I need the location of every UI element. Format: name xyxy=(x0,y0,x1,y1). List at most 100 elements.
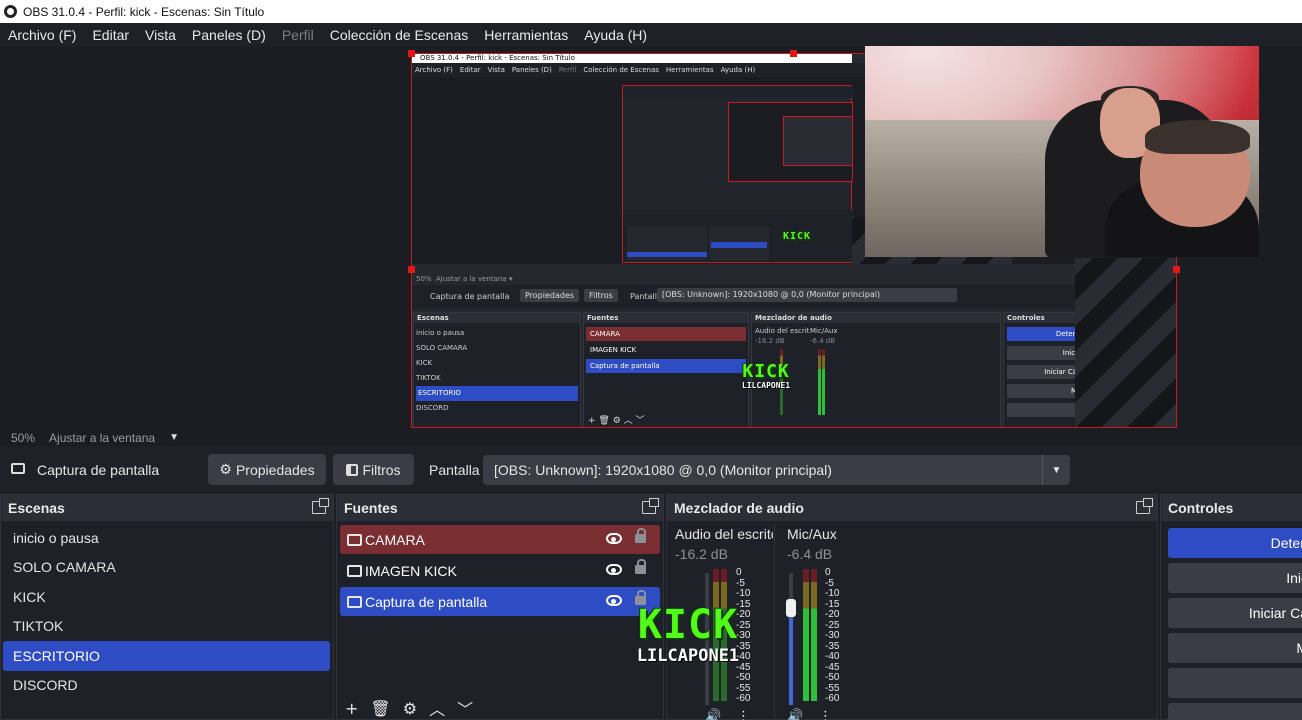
transform-handle[interactable] xyxy=(408,266,415,273)
display-label: Pantalla xyxy=(429,462,480,478)
nested-kick-overlay: KICK LILCAPONE1 xyxy=(742,361,791,391)
controls-dock: Controles Deten Inic Iniciar Cá M xyxy=(1160,494,1302,720)
gear-icon[interactable]: ⚙ xyxy=(403,699,417,718)
nested-kick-logo: KICK xyxy=(783,231,812,242)
menu-editar[interactable]: Editar xyxy=(84,27,137,43)
transform-handle[interactable] xyxy=(1173,266,1180,273)
menu-coleccion-escenas[interactable]: Colección de Escenas xyxy=(322,27,477,43)
nested-scenes-dock: Escenas inicio o pausa SOLO CAMARA KICK TIK… xyxy=(413,312,581,427)
nested-menu-editar: Editar xyxy=(459,66,481,74)
zoom-level: 50% xyxy=(11,430,36,445)
menu-paneles[interactable]: Paneles (D) xyxy=(184,27,274,43)
nested-title-bar: OBS 31.0.4 - Perfil: kick - Escenas: Sin… xyxy=(412,54,852,63)
source-item-captura[interactable]: Captura de pantalla xyxy=(340,587,660,616)
menu-bar: Archivo (F) Editar Vista Paneles (D) Per… xyxy=(0,23,1302,46)
nested-menu-herramientas: Herramientas xyxy=(665,66,714,74)
speaker-icon[interactable]: 🔊 xyxy=(787,709,803,720)
stripe-overlay-right xyxy=(1075,258,1176,427)
chevron-down-icon[interactable]: ﹀ xyxy=(457,696,473,720)
chevron-down-icon[interactable]: ▼ xyxy=(169,432,179,443)
add-icon[interactable]: + xyxy=(345,699,358,718)
scene-item[interactable]: DISCORD xyxy=(3,671,330,701)
start-recording-button[interactable]: Inic xyxy=(1168,563,1302,593)
nested-zoom: 50% Ajustar a la ventana ▾ xyxy=(416,275,513,283)
scene-item[interactable]: KICK xyxy=(3,582,330,612)
lock-icon[interactable] xyxy=(635,528,646,543)
channel-name: Mic/Aux xyxy=(787,526,837,542)
filters-button[interactable]: Filtros xyxy=(333,454,414,485)
nested-sources-dock: Fuentes CAMARA IMAGEN KICK Captura de pa… xyxy=(583,312,749,427)
preview-area[interactable]: OBS 31.0.4 - Perfil: kick - Escenas: Sin… xyxy=(0,46,1302,429)
channel-name: Audio del escrito xyxy=(675,526,773,542)
undock-icon[interactable] xyxy=(1136,498,1153,514)
source-toolbar: Captura de pantalla ⚙ Propiedades Filtro… xyxy=(0,446,1302,494)
monitor-icon xyxy=(347,595,362,608)
nested-window-title: OBS 31.0.4 - Perfil: kick - Escenas: Sin… xyxy=(420,54,575,62)
menu-herramientas[interactable]: Herramientas xyxy=(476,27,576,43)
sources-dock-header: Fuentes xyxy=(337,495,663,521)
studio-mode-button[interactable]: M xyxy=(1168,633,1302,663)
speaker-icon[interactable]: 🔊 xyxy=(705,709,721,720)
more-options-icon[interactable]: ⋮ xyxy=(737,709,750,720)
start-virtual-camera-button[interactable]: Iniciar Cá xyxy=(1168,598,1302,628)
chevron-up-icon[interactable]: ︿ xyxy=(429,696,445,720)
properties-button[interactable]: ⚙ Propiedades xyxy=(208,454,326,485)
image-icon xyxy=(347,564,362,577)
scene-item[interactable]: SOLO CAMARA xyxy=(3,553,330,583)
eye-icon[interactable] xyxy=(606,564,622,575)
kick-logo-overlay: KICK LILCAPONE1 xyxy=(622,604,754,666)
nested-source-toolbar: Captura de pantalla Propiedades Filtros … xyxy=(412,285,1176,309)
sources-toolbar: + 🗑 ⚙ ︿ ﹀ xyxy=(337,696,663,720)
nested-menu-perfil: Perfil xyxy=(558,66,577,74)
db-scale: 0 -5 -10 -15 -20 -25 -30 -35 -40 -45 -50 -55 -60 xyxy=(825,567,840,704)
transform-handle[interactable] xyxy=(790,50,797,57)
eye-icon[interactable] xyxy=(606,533,622,544)
scene-item-active[interactable]: ESCRITORIO xyxy=(3,641,330,671)
undock-icon[interactable] xyxy=(642,498,659,514)
sources-dock: Fuentes CAMARA IMAGEN KICK Captura de pa… xyxy=(336,494,664,720)
webcam-feed xyxy=(865,46,1259,257)
eye-icon[interactable] xyxy=(606,595,622,606)
title-bar: OBS 31.0.4 - Perfil: kick - Escenas: Sin… xyxy=(0,0,1302,23)
nested-mixer-dock: Mezclador de audio Audio del escrit -16.… xyxy=(742,312,1001,427)
settings-button[interactable] xyxy=(1168,668,1302,698)
mixer-dock-header: Mezclador de audio xyxy=(667,495,1157,521)
channel-db: -6.4 dB xyxy=(787,546,833,562)
lock-icon[interactable] xyxy=(635,559,646,574)
volume-fader-fill xyxy=(789,609,793,705)
nested-menu-paneles: Paneles (D) xyxy=(511,66,552,74)
source-item-camara[interactable]: CAMARA xyxy=(340,525,660,554)
menu-ayuda[interactable]: Ayuda (H) xyxy=(576,27,655,43)
exit-button[interactable] xyxy=(1168,703,1302,720)
channel-db: -16.2 dB xyxy=(675,546,728,562)
trash-icon[interactable]: 🗑 xyxy=(370,699,390,718)
nested-menu-vista: Vista xyxy=(487,66,505,74)
more-options-icon[interactable]: ⋮ xyxy=(819,709,832,720)
nested-menu-coleccion: Colección de Escenas xyxy=(583,66,659,74)
source-item-imagen-kick[interactable]: IMAGEN KICK xyxy=(340,556,660,585)
zoom-bar: 50% Ajustar a la ventana ▼ xyxy=(0,429,1302,446)
display-select[interactable]: [OBS: Unknown]: 1920x1080 @ 0,0 (Monitor… xyxy=(483,455,1070,485)
controls-dock-header: Controles xyxy=(1161,495,1302,521)
scene-item[interactable]: TIKTOK xyxy=(3,612,330,642)
window-title: OBS 31.0.4 - Perfil: kick - Escenas: Sin… xyxy=(23,4,265,19)
transform-handle[interactable] xyxy=(408,50,415,57)
volume-fader-knob[interactable] xyxy=(786,599,796,617)
zoom-fit-select[interactable]: Ajustar a la ventana xyxy=(49,431,155,445)
chevron-down-icon[interactable]: ▼ xyxy=(1042,455,1070,485)
menu-vista[interactable]: Vista xyxy=(137,27,184,43)
source-label: IMAGEN KICK xyxy=(365,562,457,579)
scene-item[interactable]: inicio o pausa xyxy=(3,523,330,553)
sources-title: Fuentes xyxy=(344,500,398,516)
scenes-dock: Escenas inicio o pausa SOLO CAMARA KICK … xyxy=(0,494,334,720)
streamer-name: LILCAPONE1 xyxy=(636,646,740,666)
undock-icon[interactable] xyxy=(312,498,329,514)
gear-icon: ⚙ xyxy=(219,461,232,477)
monitor-icon xyxy=(11,463,25,474)
filter-icon xyxy=(346,463,359,476)
menu-archivo[interactable]: Archivo (F) xyxy=(0,27,84,43)
menu-perfil[interactable]: Perfil xyxy=(274,27,322,43)
obs-window: OBS 31.0.4 - Perfil: kick - Escenas: Sin… xyxy=(0,0,1302,720)
source-label: Captura de pantalla xyxy=(365,593,488,610)
stop-streaming-button[interactable]: Deten xyxy=(1168,528,1302,558)
